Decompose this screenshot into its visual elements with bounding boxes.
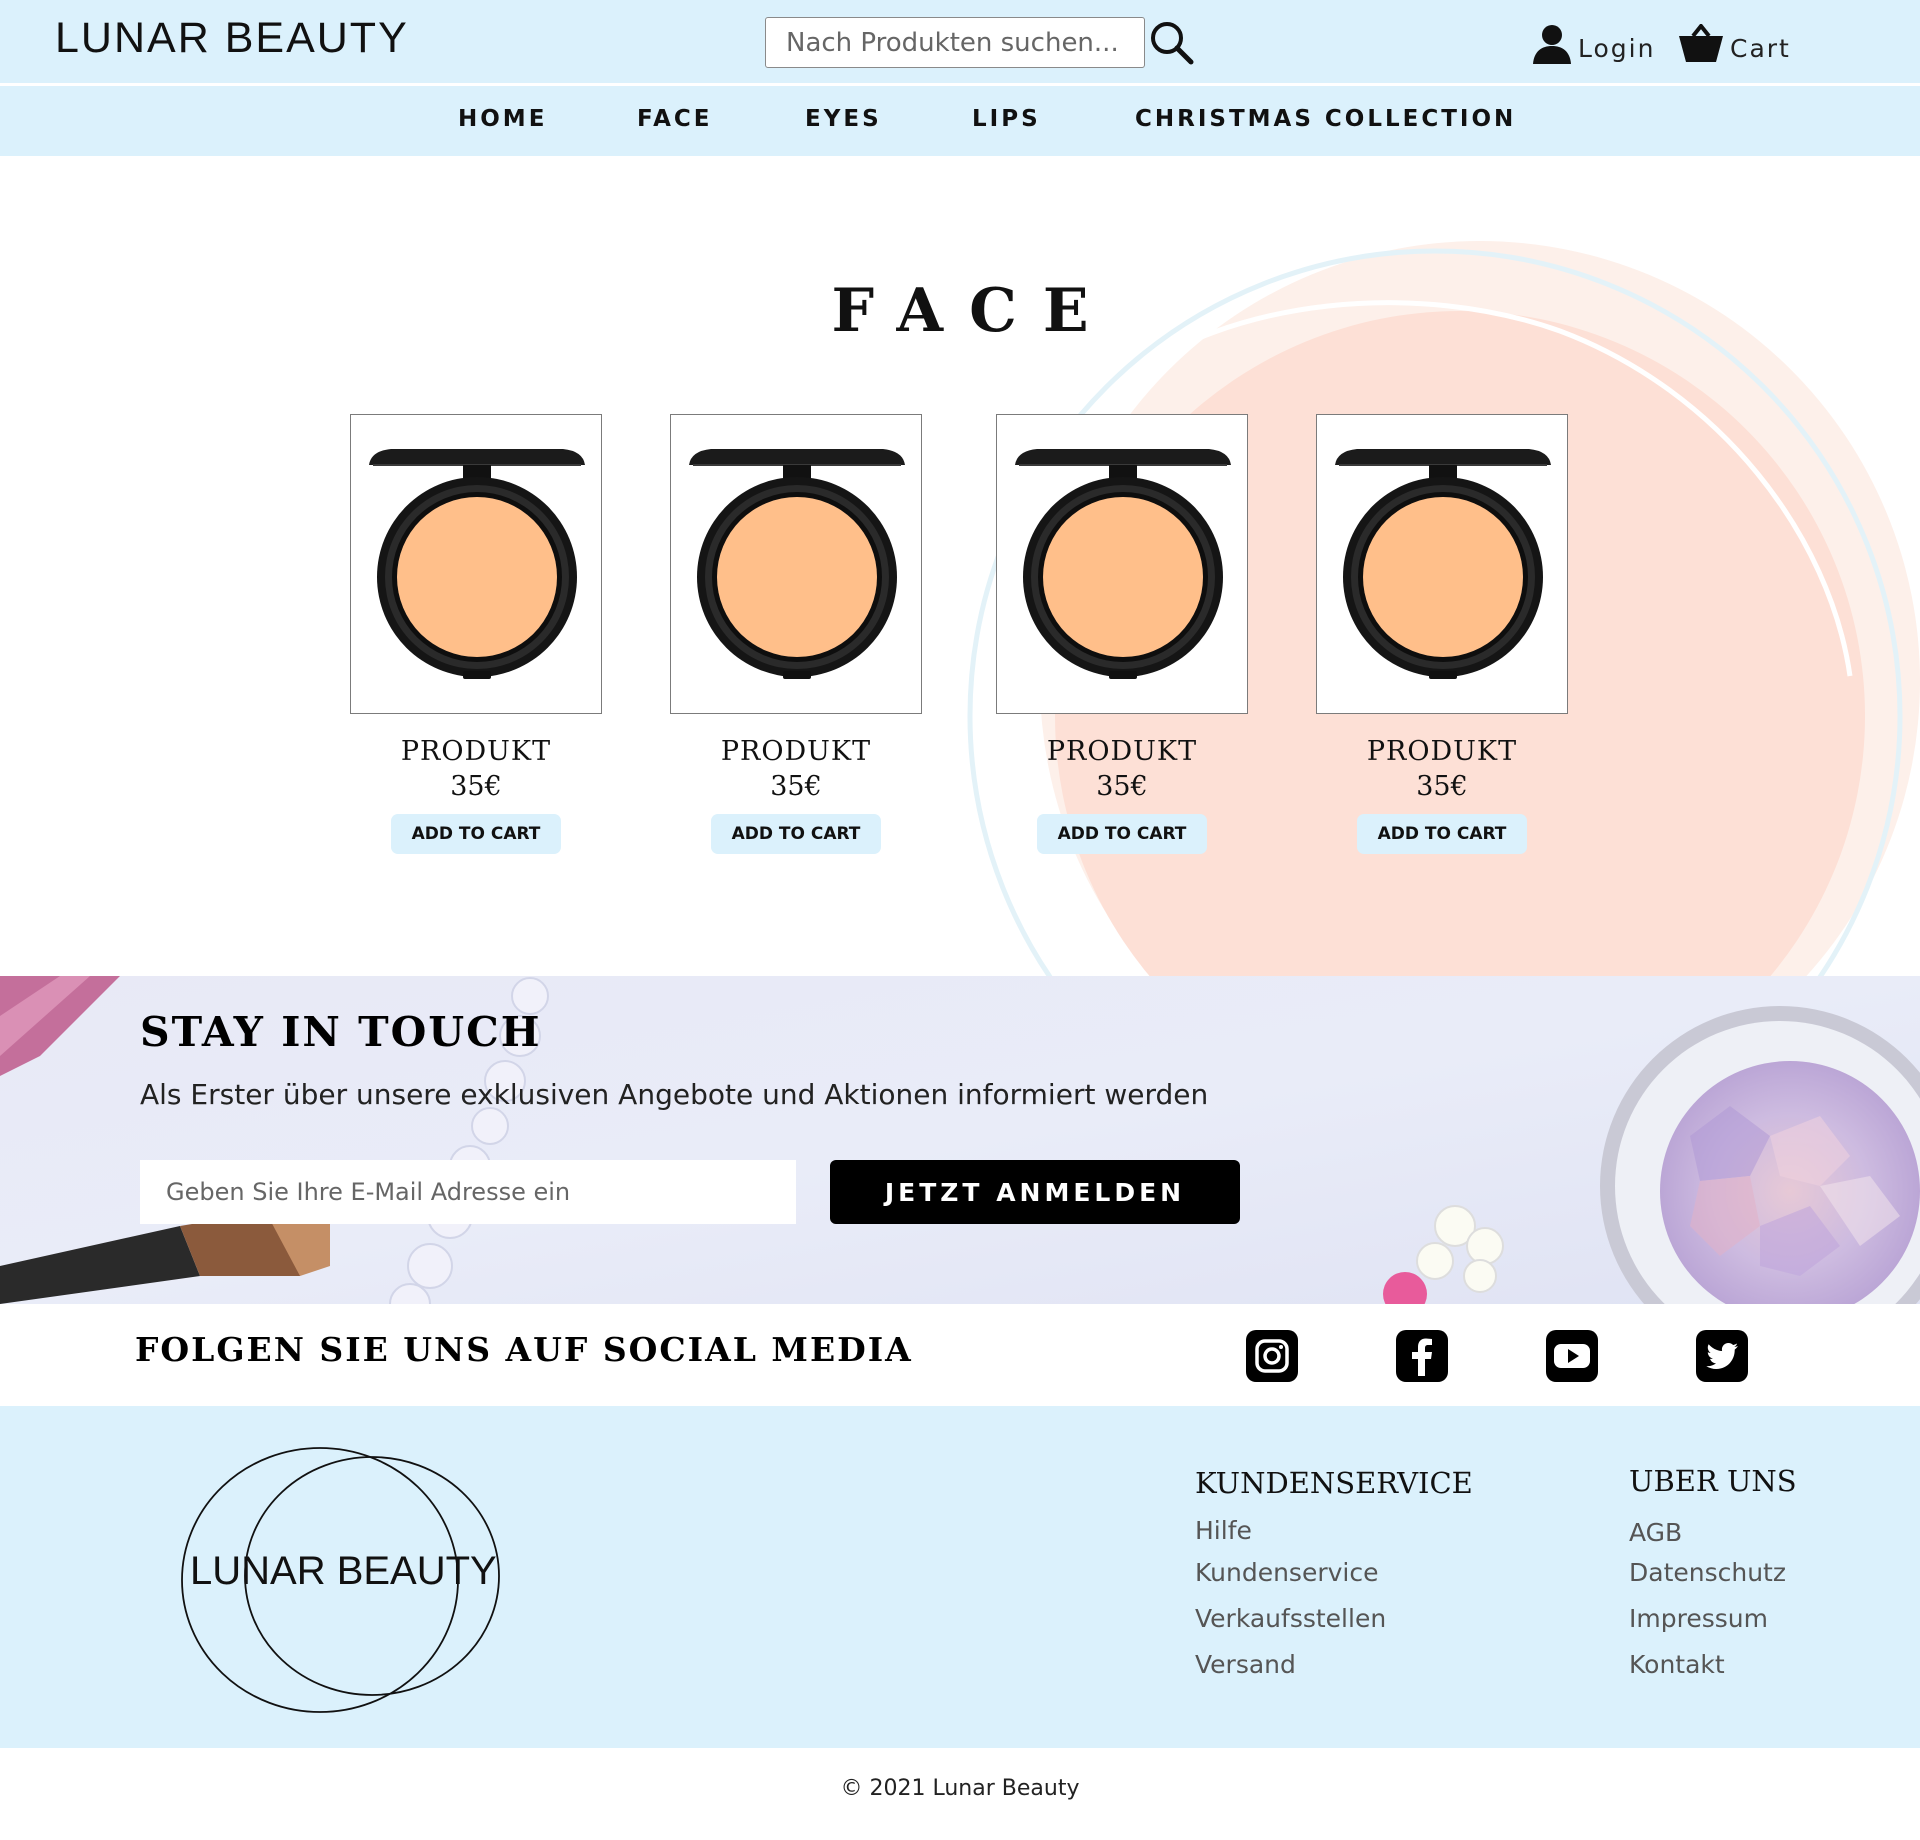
social-section: FOLGEN SIE UNS AUF SOCIAL MEDIA [0,1304,1920,1406]
footer: LUNAR BEAUTY KUNDENSERVICE Hilfe Kundens… [0,1406,1920,1748]
footer-link-versand[interactable]: Versand [1195,1650,1296,1679]
site-logo[interactable]: LUNAR BEAUTY [55,14,409,63]
instagram-icon[interactable] [1246,1330,1298,1382]
product-image-frame[interactable] [996,414,1248,714]
cart-link[interactable]: Cart [1678,20,1791,64]
product-image-frame[interactable] [1316,414,1568,714]
login-label: Login [1578,34,1656,63]
nav-face[interactable]: FACE [637,106,712,132]
search-icon[interactable] [1149,20,1195,66]
product-price: 35€ [770,771,822,802]
nav-christmas-collection[interactable]: CHRISTMAS COLLECTION [1135,106,1516,132]
add-to-cart-button[interactable]: ADD TO CART [1357,814,1527,854]
footer-logo-text: LUNAR BEAUTY [190,1549,497,1593]
footer-link-kundenservice[interactable]: Kundenservice [1195,1558,1378,1587]
newsletter-section: STAY IN TOUCH Als Erster über unsere exk… [0,976,1920,1304]
compact-powder-image [369,449,585,679]
top-header: LUNAR BEAUTY Login Cart [0,0,1920,86]
footer-link-hilfe[interactable]: Hilfe [1195,1516,1252,1545]
user-icon [1533,25,1571,64]
product-image-frame[interactable] [350,414,602,714]
face-section: FACE [0,156,1920,976]
main-nav: HOME FACE EYES LIPS CHRISTMAS COLLECTION [0,86,1920,156]
nav-eyes[interactable]: EYES [805,106,882,132]
newsletter-text: Als Erster über unsere exklusiven Angebo… [140,1078,1209,1111]
footer-link-kontakt[interactable]: Kontakt [1629,1650,1725,1679]
footer-link-datenschutz[interactable]: Datenschutz [1629,1558,1786,1587]
footer-heading-kundenservice: KUNDENSERVICE [1195,1466,1473,1500]
product-name: PRODUKT [1046,736,1198,767]
search-input[interactable] [765,17,1145,68]
twitter-icon[interactable] [1696,1330,1748,1382]
product-card[interactable]: PRODUKT 35€ ADD TO CART [350,414,602,854]
product-name: PRODUKT [400,736,552,767]
add-to-cart-button[interactable]: ADD TO CART [1037,814,1207,854]
product-card[interactable]: PRODUKT 35€ ADD TO CART [670,414,922,854]
newsletter-title: STAY IN TOUCH [140,1008,542,1056]
newsletter-subscribe-button[interactable]: JETZT ANMELDEN [830,1160,1240,1224]
product-name: PRODUKT [1366,736,1518,767]
footer-link-impressum[interactable]: Impressum [1629,1604,1768,1633]
cart-label: Cart [1730,34,1791,63]
footer-link-verkaufsstellen[interactable]: Verkaufsstellen [1195,1604,1386,1633]
footer-heading-uber-uns: UBER UNS [1629,1464,1797,1498]
cart-basket-icon [1679,24,1723,62]
social-title: FOLGEN SIE UNS AUF SOCIAL MEDIA [135,1330,913,1369]
footer-link-agb[interactable]: AGB [1629,1518,1682,1547]
youtube-icon[interactable] [1546,1330,1598,1382]
product-price: 35€ [450,771,502,802]
nav-home[interactable]: HOME [458,106,547,132]
product-image-frame[interactable] [670,414,922,714]
product-card[interactable]: PRODUKT 35€ ADD TO CART [996,414,1248,854]
add-to-cart-button[interactable]: ADD TO CART [391,814,561,854]
product-name: PRODUKT [720,736,872,767]
newsletter-email-input[interactable] [140,1160,796,1224]
compact-powder-image [1335,449,1551,679]
section-title: FACE [831,276,1115,346]
product-card[interactable]: PRODUKT 35€ ADD TO CART [1316,414,1568,854]
compact-powder-image [1015,449,1231,679]
search-bar [765,17,1194,68]
facebook-icon[interactable] [1396,1330,1448,1382]
compact-powder-image [689,449,905,679]
add-to-cart-button[interactable]: ADD TO CART [711,814,881,854]
login-link[interactable]: Login [1532,20,1655,64]
nav-lips[interactable]: LIPS [972,106,1041,132]
copyright: © 2021 Lunar Beauty [840,1776,1080,1801]
product-price: 35€ [1416,771,1468,802]
product-price: 35€ [1096,771,1148,802]
